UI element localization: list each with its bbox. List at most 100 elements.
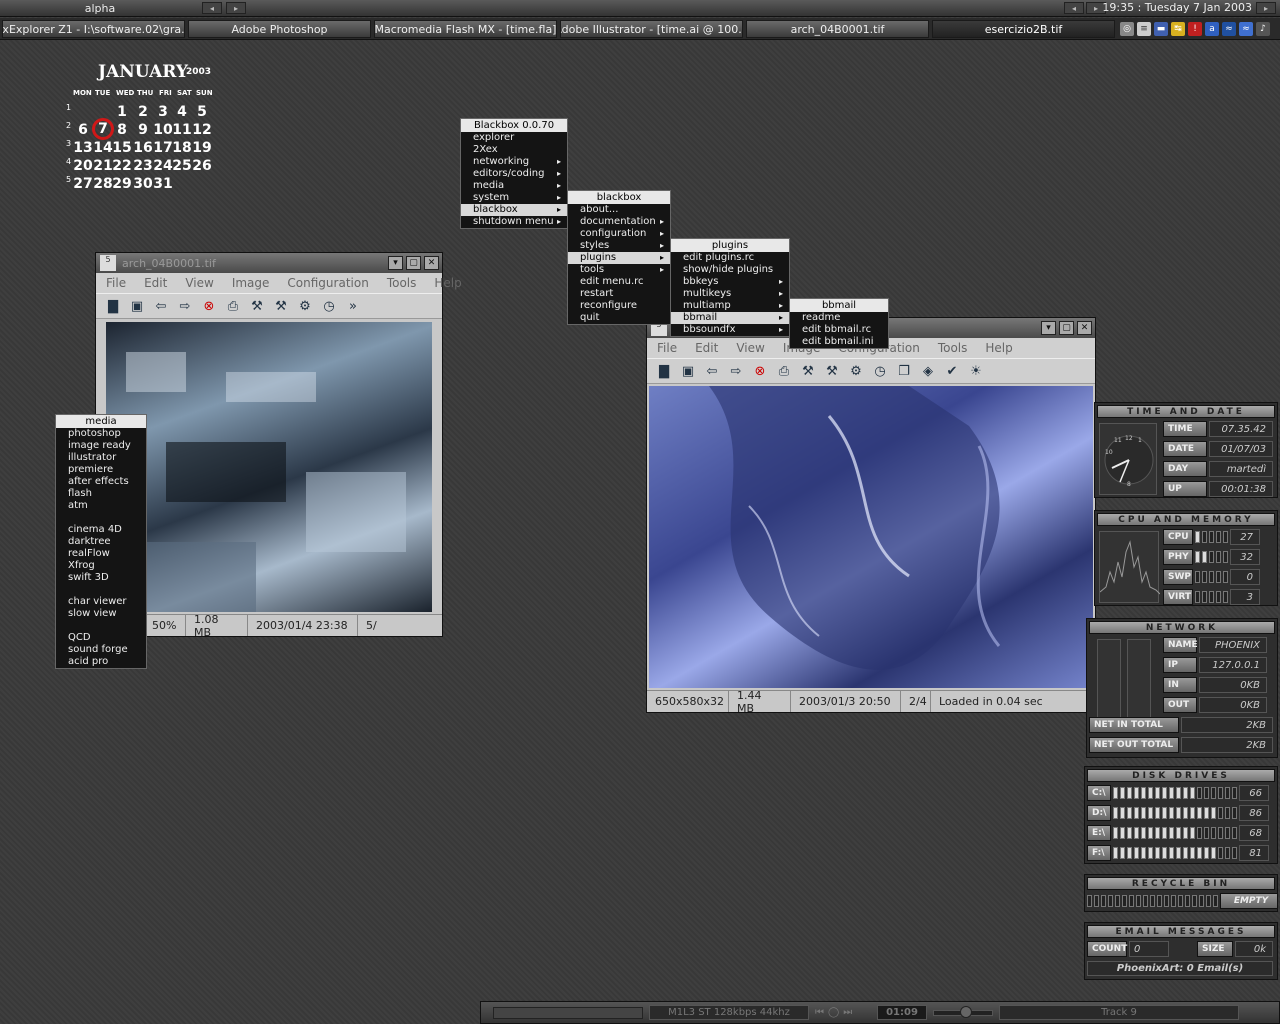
menu-item-media-app[interactable]: acid pro [56, 656, 146, 668]
calendar-day[interactable]: 26 [192, 158, 212, 174]
tools-icon[interactable]: ⚙ [296, 297, 314, 315]
calendar-day[interactable]: 10 [153, 122, 173, 138]
menu-item-styles[interactable]: styles [568, 240, 670, 252]
alert-icon[interactable]: ! [1188, 21, 1202, 36]
menu-item-configuration[interactable]: configuration [568, 228, 670, 240]
menu-item-media-app[interactable]: char viewer [56, 596, 146, 608]
menu-item-edit-bbmail-rc[interactable]: edit bbmail.rc [790, 324, 888, 336]
calendar-day[interactable]: 3 [153, 104, 173, 120]
calendar-day[interactable]: 9 [133, 122, 153, 138]
flag-icon[interactable]: ▬ [1154, 21, 1168, 36]
email-footer[interactable]: PhoenixArt: 0 Email(s) [1087, 961, 1273, 976]
print-icon[interactable]: ⎙ [775, 362, 793, 380]
seek-bar[interactable] [493, 1006, 643, 1019]
recycle-status[interactable]: EMPTY [1220, 893, 1278, 909]
task-photoshop[interactable]: Adobe Photoshop [188, 20, 371, 38]
task-esercizio-tif[interactable]: esercizio2B.tif [932, 20, 1115, 38]
menu-item-media-app[interactable]: darktree [56, 536, 146, 548]
menu-item-editors[interactable]: editors/coding [461, 168, 567, 180]
close-button[interactable]: ✕ [424, 256, 439, 270]
bulb-icon[interactable]: ☀ [967, 362, 985, 380]
calendar-day[interactable]: 2 [133, 104, 153, 120]
menu-item-readme[interactable]: readme [790, 312, 888, 324]
menu-configuration[interactable]: Configuration [287, 276, 368, 290]
back-arrow-icon[interactable]: ⇦ [152, 297, 170, 315]
connection-icon[interactable]: ≈ [1239, 21, 1253, 36]
menu-item-media-app[interactable]: Xfrog [56, 560, 146, 572]
wand-icon[interactable]: ⚒ [799, 362, 817, 380]
more-icon[interactable]: » [344, 297, 362, 315]
menu-item-media-app[interactable]: atm [56, 500, 146, 512]
menu-item-media-app[interactable]: realFlow [56, 548, 146, 560]
shade-button[interactable]: ▾ [1041, 321, 1056, 335]
prev-track-icon[interactable]: ⏮ [815, 1007, 824, 1018]
calendar-day[interactable]: 30 [133, 176, 153, 192]
menu-item-bbmail[interactable]: bbmail [671, 312, 789, 324]
calendar-day[interactable]: 16 [133, 140, 153, 156]
magic-wand-icon[interactable]: ⚒ [272, 297, 290, 315]
menu-item-quit[interactable]: quit [568, 312, 670, 324]
task-flash[interactable]: Macromedia Flash MX - [time.fla] [374, 20, 557, 38]
menu-item-multikeys[interactable]: multikeys [671, 288, 789, 300]
print-icon[interactable]: ⎙ [224, 297, 242, 315]
menu-item-media-app[interactable]: photoshop [56, 428, 146, 440]
calendar-day[interactable]: 13 [73, 140, 93, 156]
menu-file[interactable]: File [106, 276, 126, 290]
image-canvas-architecture[interactable] [106, 322, 432, 612]
image-canvas-glass[interactable] [649, 386, 1093, 688]
menu-item-edit-bbmail-ini[interactable]: edit bbmail.ini [790, 336, 888, 348]
menu-item-shutdown[interactable]: shutdown menu [461, 216, 567, 228]
magic-wand-icon[interactable]: ⚒ [823, 362, 841, 380]
menu-item-media[interactable]: media [461, 180, 567, 192]
calendar-day[interactable]: 20 [73, 158, 93, 174]
check-icon[interactable]: ✔ [943, 362, 961, 380]
menu-item-tools[interactable]: tools [568, 264, 670, 276]
calendar-day[interactable]: 14 [93, 140, 113, 156]
forward-arrow-icon[interactable]: ⇨ [176, 297, 194, 315]
calendar-day[interactable]: 28 [93, 176, 113, 192]
menu-item-system[interactable]: system [461, 192, 567, 204]
task-arch-tif[interactable]: arch_04B0001.tif [746, 20, 929, 38]
workspace-name[interactable]: alpha [0, 2, 200, 15]
menu-item-multiamp[interactable]: multiamp [671, 300, 789, 312]
menu-item-plugins[interactable]: plugins [568, 252, 670, 264]
menu-edit[interactable]: Edit [695, 341, 718, 355]
calendar-day[interactable]: 21 [93, 158, 113, 174]
volume-icon[interactable]: ♪ [1256, 21, 1270, 36]
calendar-day[interactable]: 4 [172, 104, 192, 120]
next-track-icon[interactable]: ⏭ [843, 1007, 852, 1018]
calendar-day[interactable]: 15 [112, 140, 132, 156]
menu-item-show-hide-plugins[interactable]: show/hide plugins [671, 264, 789, 276]
back-arrow-icon[interactable]: ⇦ [703, 362, 721, 380]
copy-icon[interactable]: ❐ [895, 362, 913, 380]
menu-item-bbsoundfx[interactable]: bbsoundfx [671, 324, 789, 336]
window-titlebar[interactable]: 5 arch_04B0001.tif ▾ ▢ ✕ [96, 253, 442, 273]
menu-item-media-app[interactable]: illustrator [56, 452, 146, 464]
task-2xexplorer[interactable]: 2xExplorer Z1 - I:\software.02\gra... [2, 20, 185, 38]
volume-slider[interactable] [933, 1005, 993, 1018]
menu-item-edit-menu[interactable]: edit menu.rc [568, 276, 670, 288]
menu-view[interactable]: View [736, 341, 764, 355]
menu-view[interactable]: View [185, 276, 213, 290]
maximize-button[interactable]: ▢ [406, 256, 421, 270]
play-icon[interactable]: ◯ [828, 1007, 839, 1018]
slideshow-clock-icon[interactable]: ◷ [871, 362, 889, 380]
menu-edit[interactable]: Edit [144, 276, 167, 290]
prev-arrow[interactable]: ◂ [1064, 2, 1084, 14]
menu-file[interactable]: File [657, 341, 677, 355]
browse-icon[interactable]: ▣ [128, 297, 146, 315]
calendar-day[interactable]: 8 [112, 122, 132, 138]
info-icon[interactable]: a [1205, 21, 1219, 36]
menu-item-media-app[interactable]: flash [56, 488, 146, 500]
menu-item-media-app[interactable]: after effects [56, 476, 146, 488]
menu-tools[interactable]: Tools [387, 276, 417, 290]
menu-item-media-app[interactable]: QCD [56, 632, 146, 644]
calendar-day[interactable]: 17 [153, 140, 173, 156]
menu-item-bbkeys[interactable]: bbkeys [671, 276, 789, 288]
open-folder-icon[interactable]: ▇ [655, 362, 673, 380]
paste-icon[interactable]: ◈ [919, 362, 937, 380]
menu-help[interactable]: Help [434, 276, 461, 290]
prev-workspace-arrow[interactable]: ◂ [202, 2, 222, 14]
calendar-day[interactable]: 19 [192, 140, 212, 156]
menu-item-media-app[interactable]: slow view [56, 608, 146, 620]
